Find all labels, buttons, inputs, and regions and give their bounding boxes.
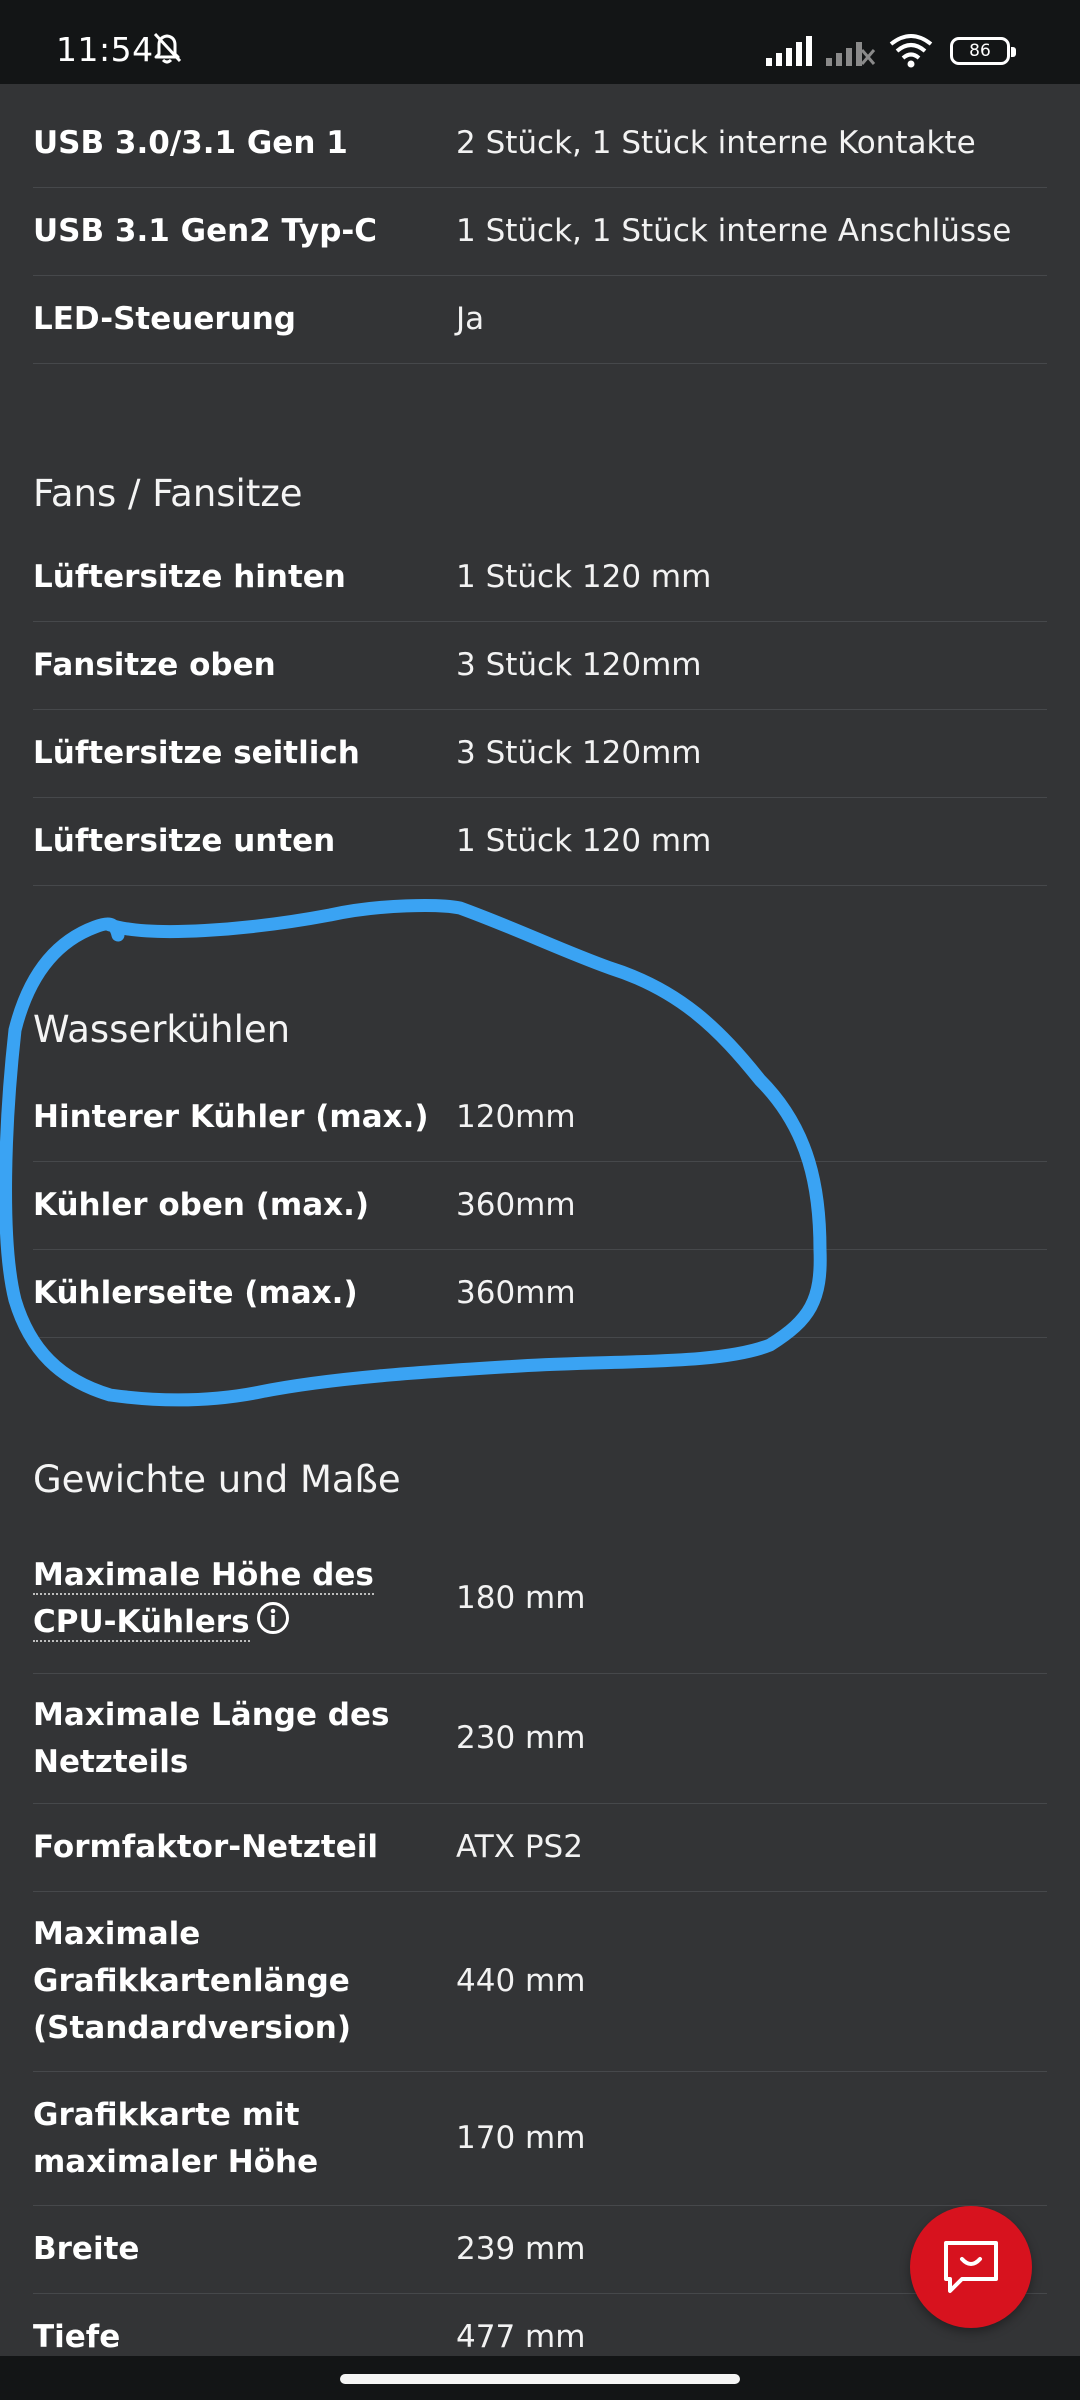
spec-label: Hinterer Kühler (max.)	[33, 1099, 429, 1135]
spec-label-line: maximaler Höhe	[33, 2143, 319, 2180]
spec-label-line: Maximale	[33, 1916, 201, 1952]
battery-icon: 86	[950, 37, 1016, 65]
spec-value: 440 mm	[456, 1963, 586, 1999]
spec-row: LED-Steuerung Ja	[33, 276, 1047, 364]
spec-row: Hinterer Kühler (max.) 120mm	[33, 1074, 1047, 1162]
navigation-bar	[0, 2356, 1080, 2400]
spec-label: Formfaktor-Netzteil	[33, 1829, 379, 1865]
spec-value: 360mm	[456, 1187, 576, 1223]
section-title-water: Wasserkühlen	[33, 1008, 291, 1051]
spec-label-line: Maximale Höhe des	[33, 1556, 374, 1595]
spec-value: 180 mm	[456, 1580, 586, 1616]
spec-label: Fansitze oben	[33, 647, 276, 683]
signal-icon	[766, 36, 812, 66]
spec-row: Maximale Grafikkartenlänge (Standardvers…	[33, 1892, 1047, 2072]
spec-row: Kühlerseite (max.) 360mm	[33, 1250, 1047, 1338]
spec-row: Breite 239 mm	[33, 2206, 1047, 2294]
spec-label-line: Grafikkarte mit	[33, 2096, 300, 2133]
spec-value: 1 Stück, 1 Stück interne Anschlüsse	[456, 213, 1012, 249]
spec-value: 170 mm	[456, 2120, 586, 2156]
spec-value: 1 Stück 120 mm	[456, 559, 712, 595]
spec-label: LED-Steuerung	[33, 301, 296, 337]
spec-row: Lüftersitze unten 1 Stück 120 mm	[33, 798, 1047, 886]
spec-label: USB 3.0/3.1 Gen 1	[33, 125, 348, 161]
spec-label: Tiefe	[33, 2319, 121, 2355]
spec-row: Maximale Höhe des CPU-Kühlers 180 mm	[33, 1524, 1047, 1674]
section-title-weights: Gewichte und Maße	[33, 1458, 401, 1501]
chat-bubble-icon	[944, 2241, 998, 2293]
spec-label-line: (Standardversion)	[33, 2010, 352, 2046]
spec-label: Grafikkarte mit maximaler Höhe	[33, 2092, 433, 2186]
spec-row: Grafikkarte mit maximaler Höhe 170 mm	[33, 2072, 1047, 2206]
spec-label: Breite	[33, 2231, 140, 2267]
spec-label: USB 3.1 Gen2 Typ-C	[33, 213, 378, 249]
spec-value: 1 Stück 120 mm	[456, 823, 712, 859]
bell-off-icon	[153, 32, 182, 64]
spec-value: ATX PS2	[456, 1829, 583, 1865]
spec-value: 230 mm	[456, 1720, 586, 1756]
phone-screen: 11:54 86 USB 3.0/3.1 Gen 1 2 Stück, 1 St…	[0, 0, 1080, 2400]
section-title-fans: Fans / Fansitze	[33, 472, 303, 515]
spec-row: Fansitze oben 3 Stück 120mm	[33, 622, 1047, 710]
spec-label: Lüftersitze hinten	[33, 559, 346, 595]
battery-level: 86	[969, 41, 991, 61]
spec-value: 120mm	[456, 1099, 576, 1135]
spec-value: 239 mm	[456, 2231, 586, 2267]
spec-label-line: CPU-Kühlers	[33, 1603, 250, 1642]
spec-value: 360mm	[456, 1275, 576, 1311]
status-time: 11:54	[56, 30, 154, 69]
spec-value: 3 Stück 120mm	[456, 647, 702, 683]
spec-label-line: Netzteils	[33, 1743, 189, 1780]
chat-button[interactable]	[910, 2206, 1032, 2328]
spec-label: Maximale Länge des Netzteils	[33, 1692, 433, 1786]
spec-value: Ja	[456, 301, 485, 337]
info-icon[interactable]	[256, 1601, 290, 1635]
spec-label: Lüftersitze unten	[33, 823, 336, 859]
status-bar: 11:54 86	[0, 0, 1080, 84]
spec-label: Kühlerseite (max.)	[33, 1275, 358, 1311]
signal-no-service-icon	[826, 42, 876, 66]
spec-row: Lüftersitze hinten 1 Stück 120 mm	[33, 534, 1047, 622]
spec-value: 2 Stück, 1 Stück interne Kontakte	[456, 125, 976, 161]
spec-label-line: Grafikkartenlänge	[33, 1963, 350, 1999]
spec-row: Kühler oben (max.) 360mm	[33, 1162, 1047, 1250]
spec-label: Lüftersitze seitlich	[33, 735, 360, 771]
spec-row: Formfaktor-Netzteil ATX PS2	[33, 1804, 1047, 1892]
spec-label: Maximale Grafikkartenlänge (Standardvers…	[33, 1911, 433, 2052]
spec-row: Maximale Länge des Netzteils 230 mm	[33, 1674, 1047, 1804]
spec-label-line: Maximale Länge des	[33, 1696, 390, 1733]
spec-row: USB 3.1 Gen2 Typ-C 1 Stück, 1 Stück inte…	[33, 188, 1047, 276]
home-indicator[interactable]	[340, 2374, 740, 2384]
spec-label: Kühler oben (max.)	[33, 1187, 370, 1223]
spec-row: USB 3.0/3.1 Gen 1 2 Stück, 1 Stück inter…	[33, 100, 1047, 188]
spec-label: Maximale Höhe des CPU-Kühlers	[33, 1552, 433, 1646]
spec-value: 477 mm	[456, 2319, 586, 2355]
wifi-icon	[889, 34, 933, 68]
spec-row: Lüftersitze seitlich 3 Stück 120mm	[33, 710, 1047, 798]
spec-value: 3 Stück 120mm	[456, 735, 702, 771]
